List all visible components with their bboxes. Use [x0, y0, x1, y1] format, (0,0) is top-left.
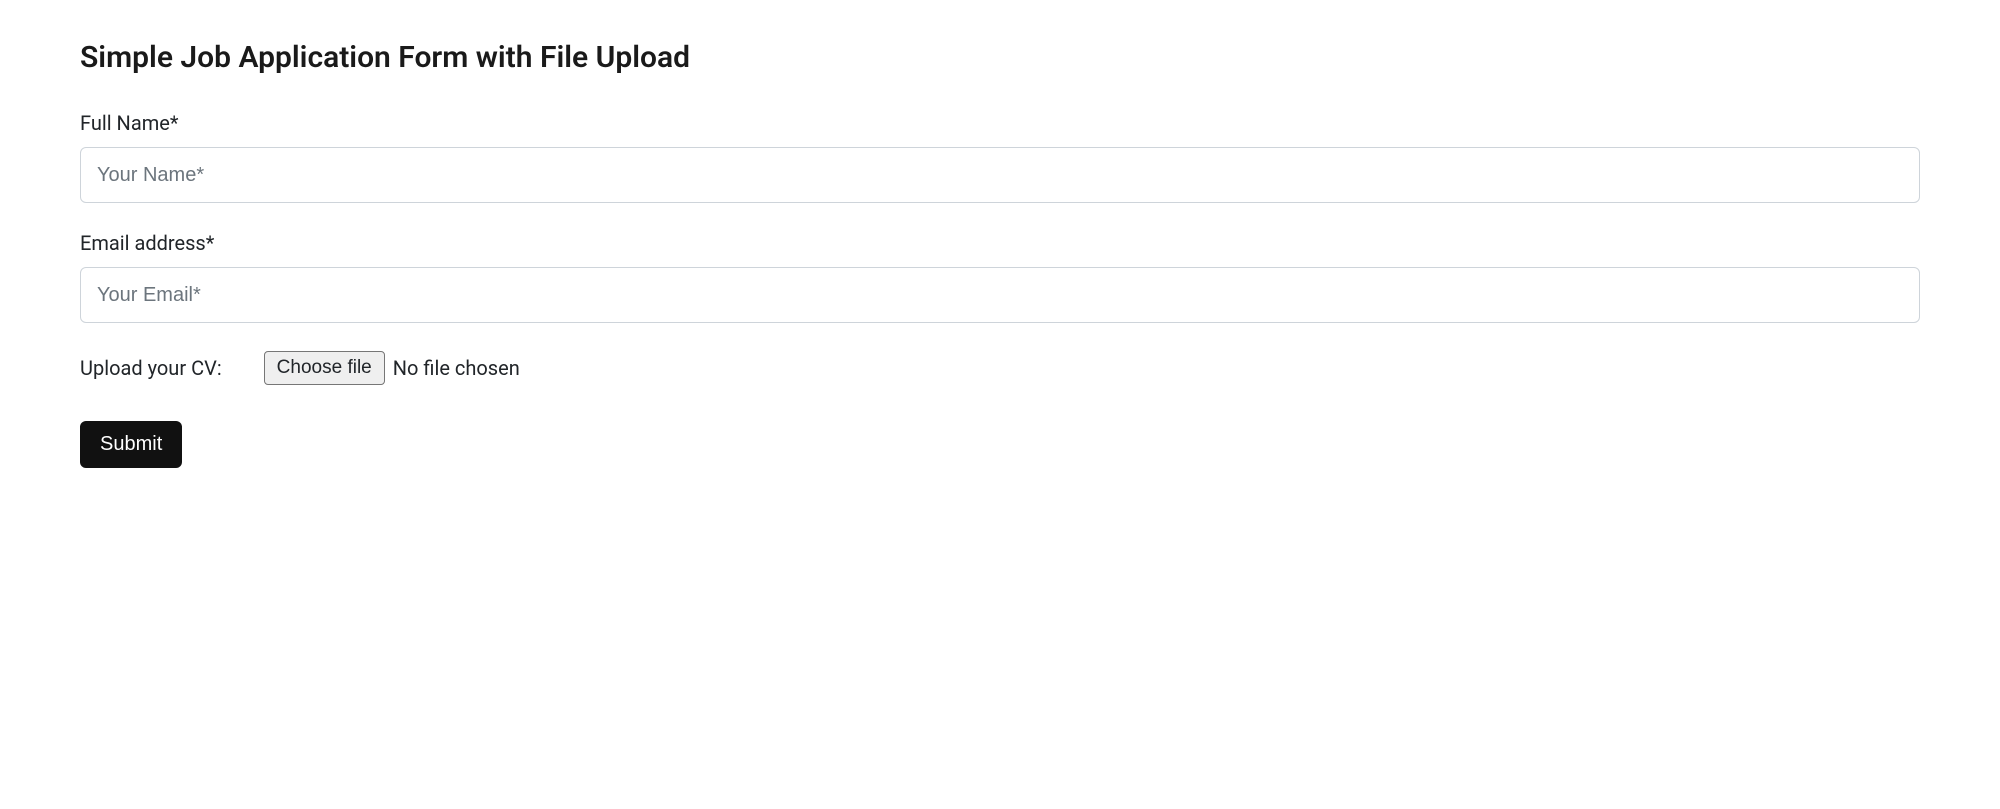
email-input[interactable]: [80, 267, 1920, 323]
choose-file-button[interactable]: Choose file: [264, 351, 385, 385]
cv-upload-label: Upload your CV:: [80, 356, 222, 380]
email-group: Email address*: [80, 231, 1920, 323]
email-label: Email address*: [80, 231, 1920, 255]
full-name-input[interactable]: [80, 147, 1920, 203]
file-status-text: No file chosen: [393, 356, 520, 380]
submit-button[interactable]: Submit: [80, 421, 182, 468]
full-name-label: Full Name*: [80, 111, 1920, 135]
full-name-group: Full Name*: [80, 111, 1920, 203]
page-title: Simple Job Application Form with File Up…: [80, 40, 1920, 75]
job-application-form: Full Name* Email address* Upload your CV…: [80, 111, 1920, 468]
cv-upload-group: Upload your CV: Choose file No file chos…: [80, 351, 1920, 385]
